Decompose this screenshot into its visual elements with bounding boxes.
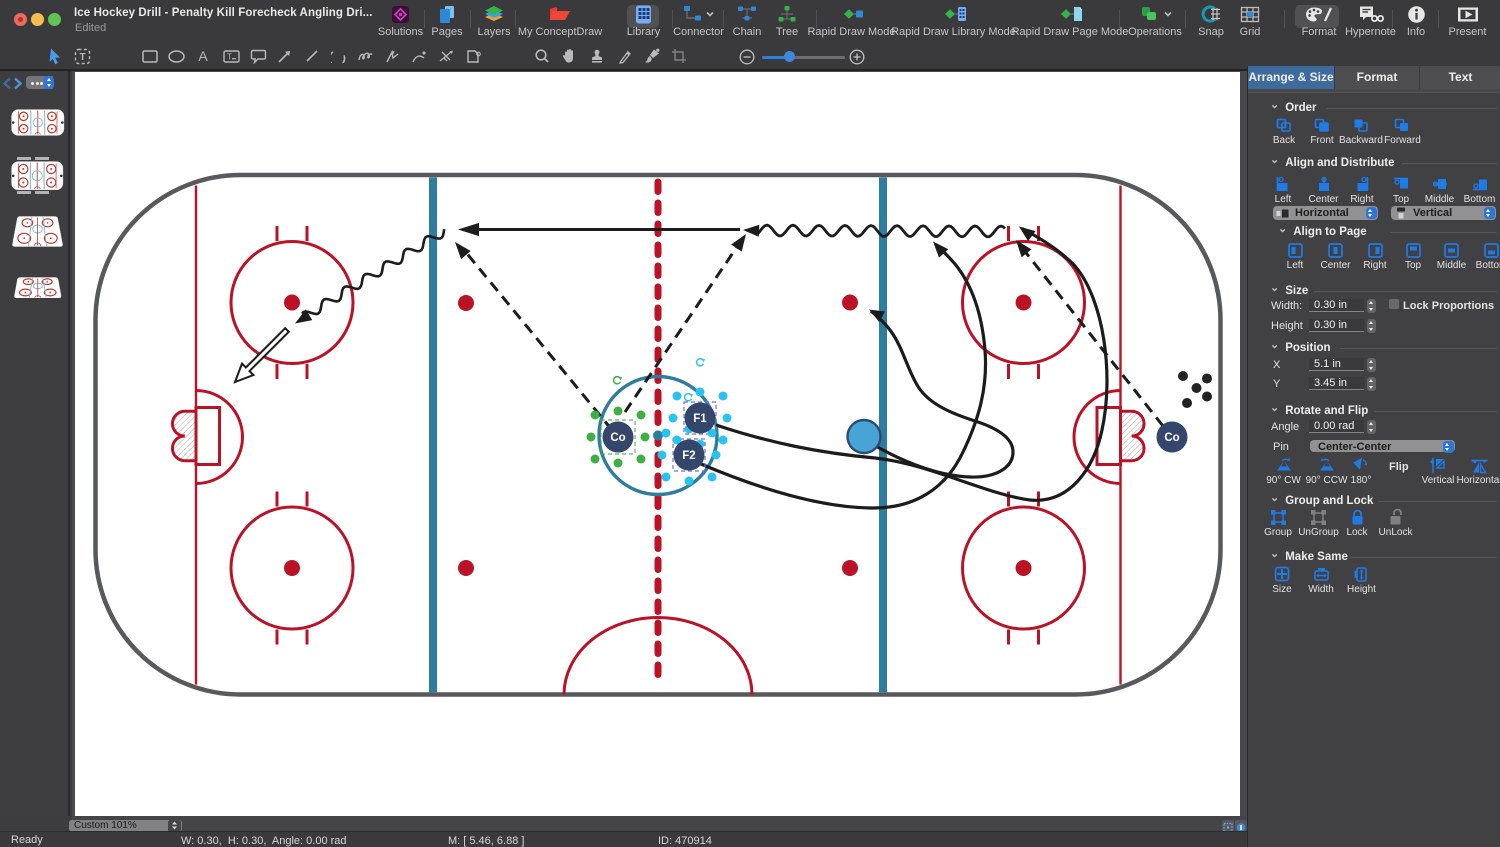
svg-text:A: A — [198, 49, 208, 63]
svg-text:T: T — [79, 52, 85, 63]
svg-text:T: T — [227, 52, 232, 61]
